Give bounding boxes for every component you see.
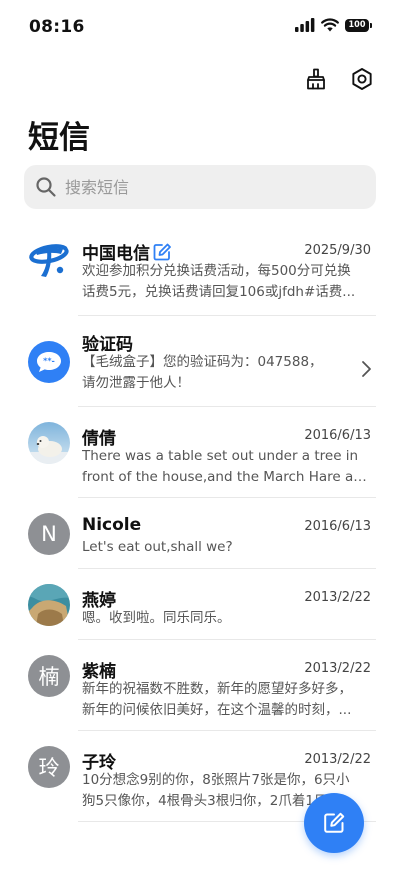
preview-line-2: 新年的问候依旧美好，在这个温馨的时刻，... (82, 702, 352, 718)
preview-line-1: 欢迎参加积分兑换话费活动，每500分可兑换 (82, 263, 351, 279)
avatar: N (28, 513, 70, 555)
message-item-china-telecom[interactable]: 中国电信 2025/9/30 欢迎参加积分兑换话费活动，每500分可兑换 话费5… (0, 225, 400, 316)
search-box[interactable] (24, 165, 376, 209)
top-actions (302, 65, 376, 93)
avatar: 玲 (28, 746, 70, 788)
polar-bear-avatar (28, 422, 70, 464)
message-preview: 嗯。收到啦。同乐同乐。 (82, 608, 374, 629)
message-preview: 【毛绒盒子】您的验证码为：047588， 请勿泄露于他人！ (82, 352, 352, 394)
preview-line-1: 【毛绒盒子】您的验证码为：047588， (82, 354, 323, 370)
avatar: 楠 (28, 655, 70, 697)
preview-line-1: There was a table set out under a tree i… (82, 448, 359, 464)
settings-button[interactable] (348, 65, 376, 93)
message-date: 2016/6/13 (304, 519, 371, 534)
preview-line-2: front of the house,and the March Hare an… (82, 469, 374, 485)
china-telecom-logo-icon (28, 237, 70, 279)
landscape-avatar (28, 584, 70, 626)
chevron-right-icon (362, 361, 371, 377)
message-item-nicole[interactable]: N Nicole 2016/6/13 Let's eat out,shall w… (0, 498, 400, 569)
message-item-verification[interactable]: **- 验证码 【毛绒盒子】您的验证码为：047588， 请勿泄露于他人！ (0, 316, 400, 407)
status-icons: 100 (295, 18, 372, 32)
sender-name: Nicole (82, 515, 142, 535)
message-preview: There was a table set out under a tree i… (82, 446, 374, 488)
preview-line-2: 请勿泄露于他人！ (82, 375, 190, 391)
sms-bubble-icon: **- (28, 341, 70, 383)
svg-text:**-: **- (43, 357, 55, 366)
message-preview: 新年的祝福数不胜数，新年的愿望好多好多， 新年的问候依旧美好，在这个温馨的时刻，… (82, 679, 374, 721)
clean-button[interactable] (302, 65, 330, 93)
message-preview: 欢迎参加积分兑换话费活动，每500分可兑换 话费5元，兑换话费请回复106或jf… (82, 261, 374, 303)
edit-badge-icon (153, 243, 171, 260)
compose-icon (324, 812, 345, 833)
battery-level: 100 (345, 18, 369, 32)
search-input[interactable] (63, 176, 357, 198)
settings-icon (352, 68, 372, 90)
search-icon (35, 176, 57, 198)
signal-icon (295, 18, 315, 32)
status-bar: 08:16 100 (0, 0, 400, 56)
preview-line-1: 新年的祝福数不胜数，新年的愿望好多好多， (82, 681, 352, 697)
broom-icon (307, 68, 325, 90)
wifi-icon (321, 18, 339, 32)
preview-line-1: 10分想念9别的你，8张照片7张是你，6只小 (82, 772, 350, 788)
preview-line-1: Let's eat out,shall we? (82, 539, 233, 555)
message-item-yanting[interactable]: 燕婷 2013/2/22 嗯。收到啦。同乐同乐。 (0, 569, 400, 640)
message-list: 中国电信 2025/9/30 欢迎参加积分兑换话费活动，每500分可兑换 话费5… (0, 225, 400, 822)
message-date: 2013/2/22 (304, 752, 371, 767)
status-time: 08:16 (29, 17, 85, 37)
message-preview: Let's eat out,shall we? (82, 537, 374, 558)
message-item-zinan[interactable]: 楠 紫楠 2013/2/22 新年的祝福数不胜数，新年的愿望好多好多， 新年的问… (0, 640, 400, 731)
message-date: 2016/6/13 (304, 428, 371, 443)
message-date: 2025/9/30 (304, 243, 371, 258)
preview-line-1: 嗯。收到啦。同乐同乐。 (82, 610, 231, 626)
page-title: 短信 (28, 120, 90, 156)
message-date: 2013/2/22 (304, 590, 371, 605)
message-date: 2013/2/22 (304, 661, 371, 676)
compose-button[interactable] (304, 793, 364, 853)
preview-line-2: 话费5元，兑换话费请回复106或jfdh#话费... (82, 284, 356, 300)
battery-icon: 100 (345, 18, 372, 32)
message-item-qianqian[interactable]: 倩倩 2016/6/13 There was a table set out u… (0, 407, 400, 498)
